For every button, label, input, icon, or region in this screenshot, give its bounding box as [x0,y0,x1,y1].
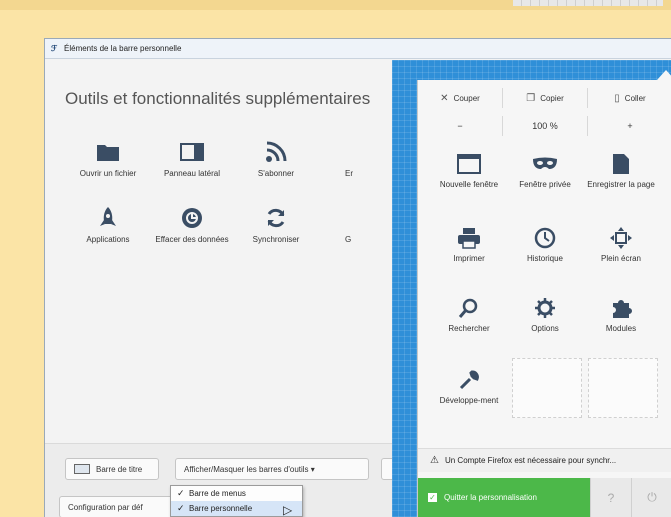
empty-slot [588,358,658,418]
panel-item-label: Fenêtre privée [519,180,571,189]
panel-item-history[interactable]: Historique [506,222,584,263]
copy-icon: ❐ [526,92,536,104]
tool-label: Er [345,169,353,178]
scissors-icon: ✕ [440,92,449,104]
check-icon: ✓ [177,488,185,498]
panel-item-options[interactable]: Options [506,292,584,333]
help-icon: ? [607,490,615,505]
panel-item-label: Rechercher [448,324,490,333]
menu-item-label: Barre personnelle [189,504,253,513]
panel-item-addons[interactable]: Modules [582,292,660,333]
tool-truncated-2[interactable]: G [345,201,375,245]
sync-icon [235,201,317,235]
panel-item-label: Développe-ment [439,396,499,405]
toolbars-dropdown-button[interactable]: Afficher/Masquer les barres d'outils ▾ [175,458,369,480]
tool-truncated[interactable]: Er [345,135,375,179]
panel-item-label: Plein écran [600,254,642,263]
panel-item-fullscreen[interactable]: Plein écran [582,222,660,263]
zoom-in-button[interactable]: + [588,116,671,136]
warning-icon: ⚠ [430,455,439,466]
panel-item-label: Imprimer [453,254,485,263]
tool-label: Panneau latéral [163,169,221,178]
empty-slot [512,358,582,418]
panel-item-new-window[interactable]: Nouvelle fenêtre [430,148,508,189]
tool-label: G [345,235,352,244]
tool-sync[interactable]: Synchroniser [235,201,317,245]
zoom-out-button[interactable]: − [418,116,503,136]
palette-heading: Outils et fonctionnalités supplémentaire… [65,89,371,108]
menu-item-menubar[interactable]: ✓ Barre de menus [171,486,302,501]
help-button[interactable]: ? [590,478,631,517]
cut-button[interactable]: ✕ Couper [418,88,503,108]
edit-controls: ✕ Couper ❐ Copier ▯ Coller [418,88,671,108]
window-icon [430,148,508,180]
rss-icon [235,135,317,169]
background-grid [513,0,663,6]
paste-button[interactable]: ▯ Coller [588,88,671,108]
panel-item-private-window[interactable]: Fenêtre privée [506,148,584,189]
tool-label: Ouvrir un fichier [79,169,137,178]
clock-icon [506,222,584,254]
tool-sidebar[interactable]: Panneau latéral [151,135,233,179]
window-titlebar: ℱ Éléments de la barre personnelle [45,39,671,59]
panel-arrow-icon [657,70,671,80]
copy-label: Copier [540,93,564,103]
clipboard-icon: ▯ [614,92,620,104]
panel-item-print[interactable]: Imprimer [430,222,508,263]
panel-item-label: Modules [605,324,637,333]
panel-footer: ✓ Quitter la personnalisation ? ⏻ [418,478,671,517]
page-icon [582,148,660,180]
zoom-reset-button[interactable]: 100 % [503,116,588,136]
tool-label: Synchroniser [252,235,300,244]
tool-forget[interactable]: Effacer des données [151,201,233,245]
checkmark-icon: ✓ [428,493,437,502]
fullscreen-icon [582,222,660,254]
tool-subscribe[interactable]: S'abonner [235,135,317,179]
menu-item-label: Barre de menus [189,489,246,498]
window-title: Éléments de la barre personnelle [64,44,182,53]
gear-icon [506,292,584,324]
puzzle-icon [582,292,660,324]
tool-label: Applications [86,235,130,244]
panel-item-label: Historique [526,254,563,263]
title-bar-button[interactable]: Barre de titre [65,458,159,480]
title-bar-label: Barre de titre [96,464,143,474]
menu-panel: ✕ Couper ❐ Copier ▯ Coller − 100 % + Nouvel… [417,80,671,517]
folder-icon [67,135,149,169]
cut-label: Couper [453,93,480,103]
copy-button[interactable]: ❐ Copier [503,88,588,108]
background-strip [0,0,671,10]
panel-item-label: Options [531,324,559,333]
quit-customization-button[interactable]: ✓ Quitter la personnalisation [418,478,590,517]
panel-item-developer[interactable]: Développe-ment [430,364,508,405]
quit-button[interactable]: ⏻ [631,478,671,517]
toolbars-label: Afficher/Masquer les barres d'outils ▾ [184,464,315,474]
magnifier-icon [430,292,508,324]
panel-item-save-page[interactable]: Enregistrer la page [582,148,660,189]
restore-defaults-label: Configuration par déf [68,502,143,512]
sidebar-icon [151,135,233,169]
mouse-cursor-icon: ▷ [283,503,293,517]
zoom-controls: − 100 % + [418,116,671,136]
titlebar-checkbox-icon [74,464,90,474]
tool-apps[interactable]: Applications [67,201,149,245]
check-icon: ✓ [177,503,185,513]
sync-notice-text: Un Compte Firefox est nécessaire pour sy… [444,456,617,465]
quit-label: Quitter la personnalisation [444,493,537,502]
panel-item-search[interactable]: Rechercher [430,292,508,333]
wrench-icon [430,364,508,396]
tool-label: S'abonner [257,169,295,178]
printer-icon [430,222,508,254]
forget-icon [151,201,233,235]
paste-label: Coller [624,93,646,103]
panel-item-label: Nouvelle fenêtre [439,180,499,189]
tool-open-file[interactable]: Ouvrir un fichier [67,135,149,179]
panel-item-label: Enregistrer la page [587,180,655,189]
mask-icon [506,148,584,180]
rocket-icon [67,201,149,235]
sync-notice[interactable]: ⚠ Un Compte Firefox est nécessaire pour … [418,448,671,472]
tool-label: Effacer des données [155,235,229,244]
firefox-icon: ℱ [51,44,58,53]
power-icon: ⏻ [647,490,657,504]
